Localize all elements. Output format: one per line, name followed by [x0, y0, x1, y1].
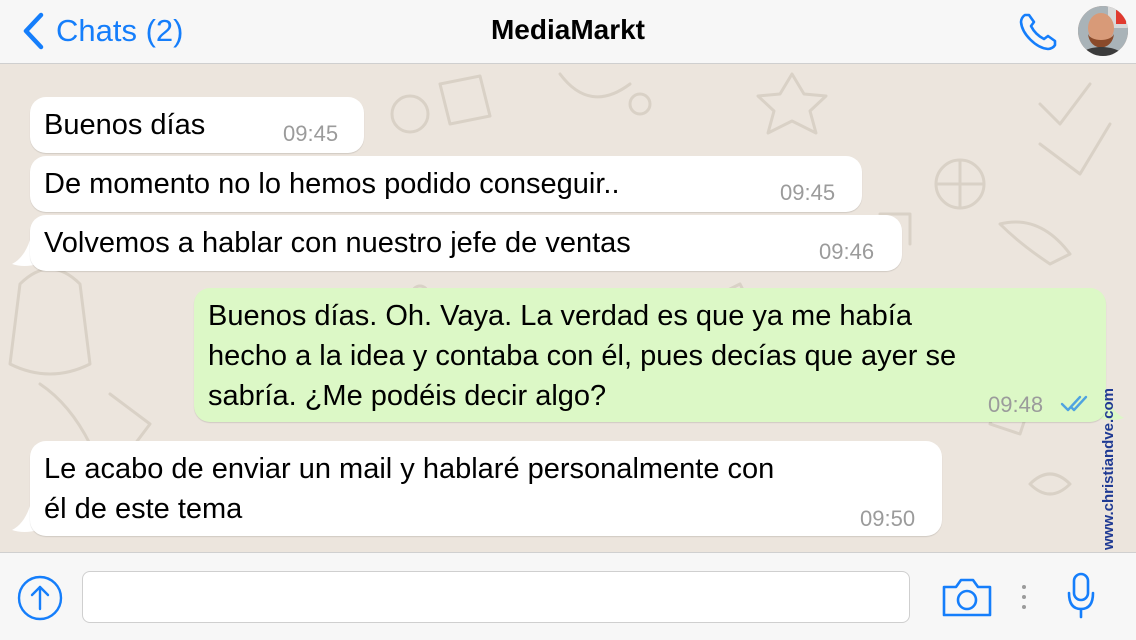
chat-area[interactable]: Buenos días 09:45 De momento no lo hemos… [0, 64, 1136, 552]
camera-icon [942, 578, 992, 617]
avatar[interactable] [1078, 6, 1128, 56]
message-composer [0, 552, 1136, 640]
message-text: Buenos días [44, 109, 206, 141]
message-bubble-incoming[interactable]: Volvemos a hablar con nuestro jefe de ve… [30, 215, 902, 271]
message-bubble-outgoing[interactable]: Buenos días. Oh. Vaya. La verdad es que … [194, 288, 1106, 422]
microphone-button[interactable] [1066, 571, 1096, 626]
message-time: 09:46 [819, 239, 875, 264]
message-text-line: él de este tema [44, 493, 243, 525]
message-text-line: Buenos días. Oh. Vaya. La verdad es que … [208, 300, 912, 332]
chat-title[interactable]: MediaMarkt [0, 14, 1136, 46]
phone-icon [1019, 13, 1057, 51]
watermark-text: www.christiandve.com [1100, 388, 1117, 551]
message-text-line: sabría. ¿Me podéis decir algo? [208, 380, 607, 412]
message-time: 09:50 [860, 506, 916, 531]
message-time: 09:48 [988, 392, 1044, 417]
chat-header: Chats (2) MediaMarkt [0, 0, 1136, 64]
divider-dots [1022, 585, 1026, 609]
message-text: Volvemos a hablar con nuestro jefe de ve… [44, 227, 631, 259]
watermark: www.christiandve.com [1100, 388, 1117, 551]
message-bubble-incoming[interactable]: De momento no lo hemos podido conseguir.… [30, 156, 862, 212]
message-bubble-incoming[interactable]: Le acabo de enviar un mail y hablaré per… [30, 441, 942, 536]
camera-button[interactable] [940, 575, 994, 624]
microphone-icon [1067, 572, 1095, 619]
message-input[interactable] [82, 571, 910, 623]
upload-arrow-icon [17, 575, 63, 621]
message-text-line: Le acabo de enviar un mail y hablaré per… [44, 453, 775, 485]
call-button[interactable] [1016, 10, 1060, 59]
share-button[interactable] [16, 574, 64, 627]
message-time: 09:45 [283, 121, 339, 146]
message-bubble-incoming[interactable]: Buenos días 09:45 [30, 97, 364, 153]
avatar-image [1078, 6, 1128, 56]
message-text: De momento no lo hemos podido conseguir.… [44, 168, 620, 200]
message-time: 09:45 [780, 180, 836, 205]
message-text-line: hecho a la idea y contaba con él, pues d… [208, 340, 957, 372]
double-check-icon [1060, 395, 1088, 412]
